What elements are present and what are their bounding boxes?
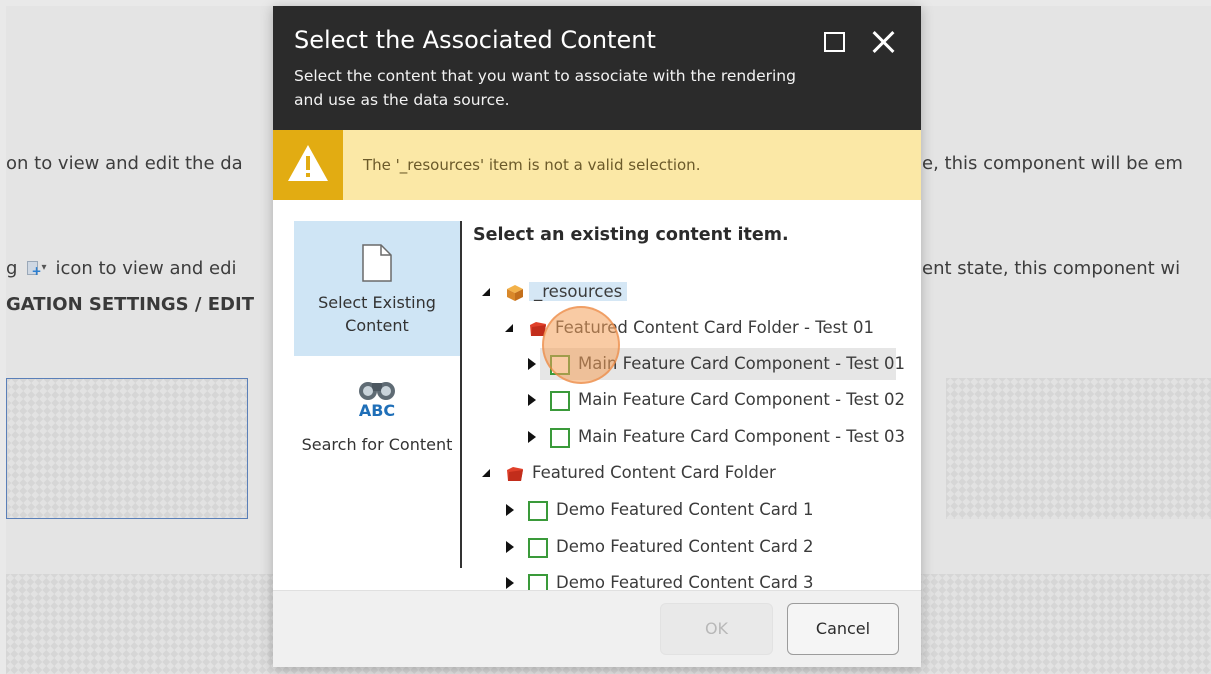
background-text-line-2-right: ent state, this component wi (922, 258, 1181, 279)
tree-node-label: Main Feature Card Component - Test 03 (578, 427, 906, 446)
dialog-header: Select the Associated Content Select the… (273, 6, 921, 130)
item-green-icon (528, 538, 548, 558)
collapsed-arrow-icon[interactable] (505, 541, 515, 553)
warning-icon-box (273, 130, 343, 200)
cancel-button[interactable]: Cancel (787, 603, 899, 655)
collapsed-arrow-icon[interactable] (527, 394, 537, 406)
add-item-icon: + ▾ (27, 260, 49, 277)
select-associated-content-dialog: Select the Associated Content Select the… (273, 6, 921, 667)
tree-node-label: Demo Featured Content Card 1 (556, 500, 814, 519)
tree-node-demo-card-3[interactable]: Demo Featured Content Card 3 (506, 567, 838, 591)
warning-triangle-icon (288, 145, 328, 181)
ok-button[interactable]: OK (660, 603, 773, 655)
panel-divider (460, 221, 462, 568)
warning-message: The '_resources' item is not a valid sel… (363, 156, 701, 174)
item-green-icon (528, 574, 548, 591)
tree-node-label: Main Feature Card Component - Test 01 (578, 354, 906, 373)
nav-label-select-existing: Select Existing Content (318, 293, 436, 335)
collapsed-arrow-icon[interactable] (505, 577, 515, 589)
tree-heading: Select an existing content item. (473, 225, 789, 245)
background-text-line-1-right: e, this component will be em (922, 153, 1183, 174)
folder-red-icon (507, 467, 523, 481)
background-heading: GATION SETTINGS / EDIT (6, 294, 254, 315)
warning-banner: The '_resources' item is not a valid sel… (273, 130, 921, 200)
maximize-icon (824, 32, 845, 52)
collapsed-arrow-icon[interactable] (505, 504, 515, 516)
tree-node-folder-test-01[interactable]: Featured Content Card Folder - Test 01 (473, 312, 903, 344)
tree-node-main-feature-test-02[interactable]: Main Feature Card Component - Test 02 (528, 384, 905, 416)
tree-node-demo-card-2[interactable]: Demo Featured Content Card 2 (506, 531, 838, 563)
item-green-icon (550, 355, 570, 375)
background-text-line-2: g + ▾ icon to view and edi (6, 258, 237, 279)
content-source-nav: Select Existing Content ABC Search for C… (294, 221, 460, 571)
tree-node-resources[interactable]: _resources (473, 276, 673, 308)
background-text-line-2-body: icon to view and edi (55, 258, 237, 279)
content-tree: Select an existing content item. _resour… (473, 221, 913, 591)
tree-node-label: _resources (529, 282, 628, 301)
document-icon (362, 244, 392, 282)
binoculars-abc-icon: ABC (359, 382, 395, 420)
item-green-icon (528, 501, 548, 521)
expanded-arrow-icon[interactable] (504, 322, 514, 334)
tree-node-label: Demo Featured Content Card 2 (556, 537, 814, 556)
tree-node-main-feature-test-03[interactable]: Main Feature Card Component - Test 03 (528, 421, 905, 453)
dialog-footer: OK Cancel (273, 590, 921, 667)
tree-node-main-feature-test-01[interactable]: Main Feature Card Component - Test 01 (528, 348, 905, 380)
expanded-arrow-icon[interactable] (481, 467, 491, 479)
tree-node-featured-content-card-folder[interactable]: Featured Content Card Folder (473, 457, 793, 489)
background-placeholder-box (6, 378, 248, 519)
tree-node-label: Demo Featured Content Card 3 (556, 573, 814, 591)
background-placeholder-right (946, 378, 1211, 519)
nav-search-for-content[interactable]: ABC Search for Content (294, 366, 460, 486)
collapsed-arrow-icon[interactable] (527, 358, 537, 370)
folder-red-icon (530, 322, 546, 336)
collapsed-arrow-icon[interactable] (527, 431, 537, 443)
item-green-icon (550, 428, 570, 448)
package-icon (507, 285, 523, 301)
tree-node-label: Featured Content Card Folder (532, 463, 776, 482)
close-button[interactable] (870, 28, 898, 56)
background-text-line-1: on to view and edit the da (6, 153, 243, 174)
maximize-button[interactable] (821, 28, 849, 56)
tree-node-label: Main Feature Card Component - Test 02 (578, 390, 906, 409)
tree-node-demo-card-1[interactable]: Demo Featured Content Card 1 (506, 494, 838, 526)
item-green-icon (550, 391, 570, 411)
tree-node-label: Featured Content Card Folder - Test 01 (555, 318, 874, 337)
dialog-title: Select the Associated Content (294, 26, 656, 54)
background-text-prefix: g (6, 258, 18, 279)
nav-select-existing-content[interactable]: Select Existing Content (294, 221, 460, 356)
expanded-arrow-icon[interactable] (481, 286, 491, 298)
svg-text:ABC: ABC (359, 401, 395, 420)
dialog-subtitle: Select the content that you want to asso… (294, 67, 796, 109)
nav-label-search: Search for Content (301, 435, 453, 454)
